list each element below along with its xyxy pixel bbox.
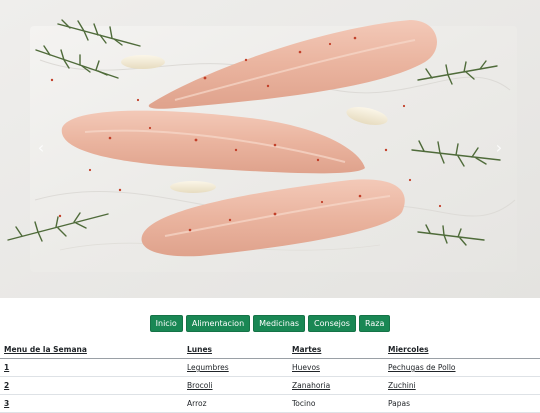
table-cell[interactable]: Zanahoria — [288, 376, 384, 395]
row-number[interactable]: 1 — [0, 358, 183, 377]
table-row: 1 Legumbres Huevos Pechugas de Pollo — [0, 358, 540, 377]
hero-carousel: ‹ › — [0, 0, 540, 298]
table-cell[interactable]: Pechugas de Pollo — [384, 358, 540, 377]
nav-button-medicinas[interactable]: Medicinas — [253, 315, 306, 332]
column-header: Miercoles — [384, 341, 540, 359]
nav-button-alimentacion[interactable]: Alimentacion — [185, 315, 251, 332]
nav-button-consejos[interactable]: Consejos — [308, 315, 356, 332]
table-row: 2 Brocoli Zanahoria Zuchini — [0, 376, 540, 395]
carousel-prev-icon[interactable]: ‹ — [33, 136, 49, 160]
row-number[interactable]: 3 — [0, 394, 183, 413]
hero-image — [0, 0, 540, 298]
table-cell[interactable]: Zuchini — [384, 376, 540, 395]
table-cell: Tocino — [288, 394, 384, 413]
nav-button-inicio[interactable]: Inicio — [149, 315, 183, 332]
table-header-row: Menu de la Semana Lunes Martes Miercoles — [0, 341, 540, 359]
column-header: Lunes — [183, 341, 288, 359]
table-cell: Papas — [384, 394, 540, 413]
table-cell[interactable]: Brocoli — [183, 376, 288, 395]
table-cell[interactable]: Huevos — [288, 358, 384, 377]
table-cell: Arroz — [183, 394, 288, 413]
table-cell[interactable]: Legumbres — [183, 358, 288, 377]
nav-button-raza[interactable]: Raza — [358, 315, 391, 332]
column-header: Menu de la Semana — [0, 341, 183, 359]
row-number[interactable]: 2 — [0, 376, 183, 395]
carousel-next-icon[interactable]: › — [491, 136, 507, 160]
column-header: Martes — [288, 341, 384, 359]
table-row: 3 Arroz Tocino Papas — [0, 394, 540, 413]
main-nav: Inicio Alimentacion Medicinas Consejos R… — [0, 315, 540, 332]
weekly-menu-table: Menu de la Semana Lunes Martes Miercoles… — [0, 341, 540, 413]
